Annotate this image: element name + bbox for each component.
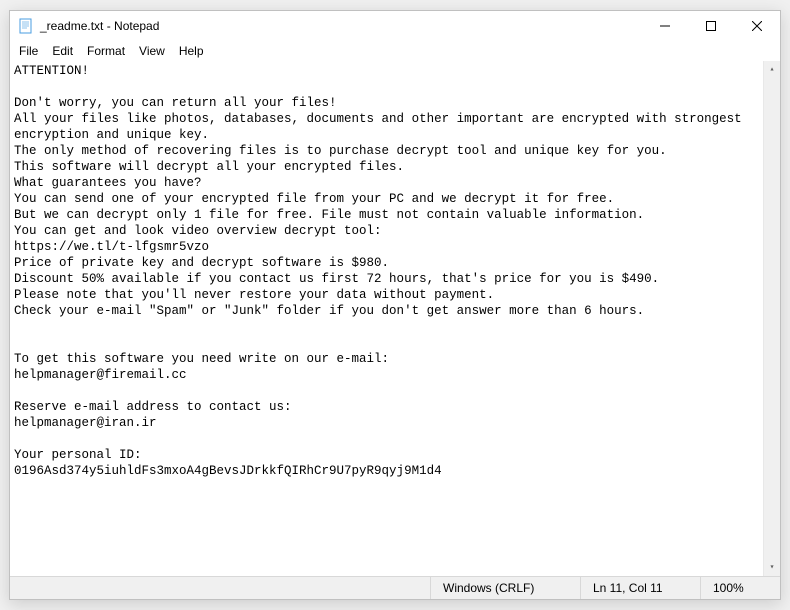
menubar: File Edit Format View Help	[10, 41, 780, 61]
notepad-icon	[18, 18, 34, 34]
menu-help[interactable]: Help	[172, 43, 211, 59]
menu-file[interactable]: File	[12, 43, 45, 59]
minimize-button[interactable]	[642, 11, 688, 41]
status-zoom: 100%	[700, 577, 780, 599]
statusbar: Windows (CRLF) Ln 11, Col 11 100%	[10, 576, 780, 599]
scroll-down-icon[interactable]: ▾	[764, 559, 781, 576]
vertical-scrollbar[interactable]: ▴ ▾	[763, 61, 780, 576]
text-area[interactable]: ATTENTION! Don't worry, you can return a…	[10, 61, 780, 576]
menu-format[interactable]: Format	[80, 43, 132, 59]
menu-view[interactable]: View	[132, 43, 172, 59]
notepad-window: _readme.txt - Notepad File Edit Format V…	[9, 10, 781, 600]
text-content: ATTENTION! Don't worry, you can return a…	[14, 64, 749, 478]
titlebar: _readme.txt - Notepad	[10, 11, 780, 41]
close-button[interactable]	[734, 11, 780, 41]
window-controls	[642, 11, 780, 40]
status-encoding: Windows (CRLF)	[430, 577, 580, 599]
scroll-up-icon[interactable]: ▴	[764, 61, 781, 78]
menu-edit[interactable]: Edit	[45, 43, 80, 59]
window-title: _readme.txt - Notepad	[40, 19, 159, 33]
status-position: Ln 11, Col 11	[580, 577, 700, 599]
maximize-button[interactable]	[688, 11, 734, 41]
title-left: _readme.txt - Notepad	[10, 18, 159, 34]
